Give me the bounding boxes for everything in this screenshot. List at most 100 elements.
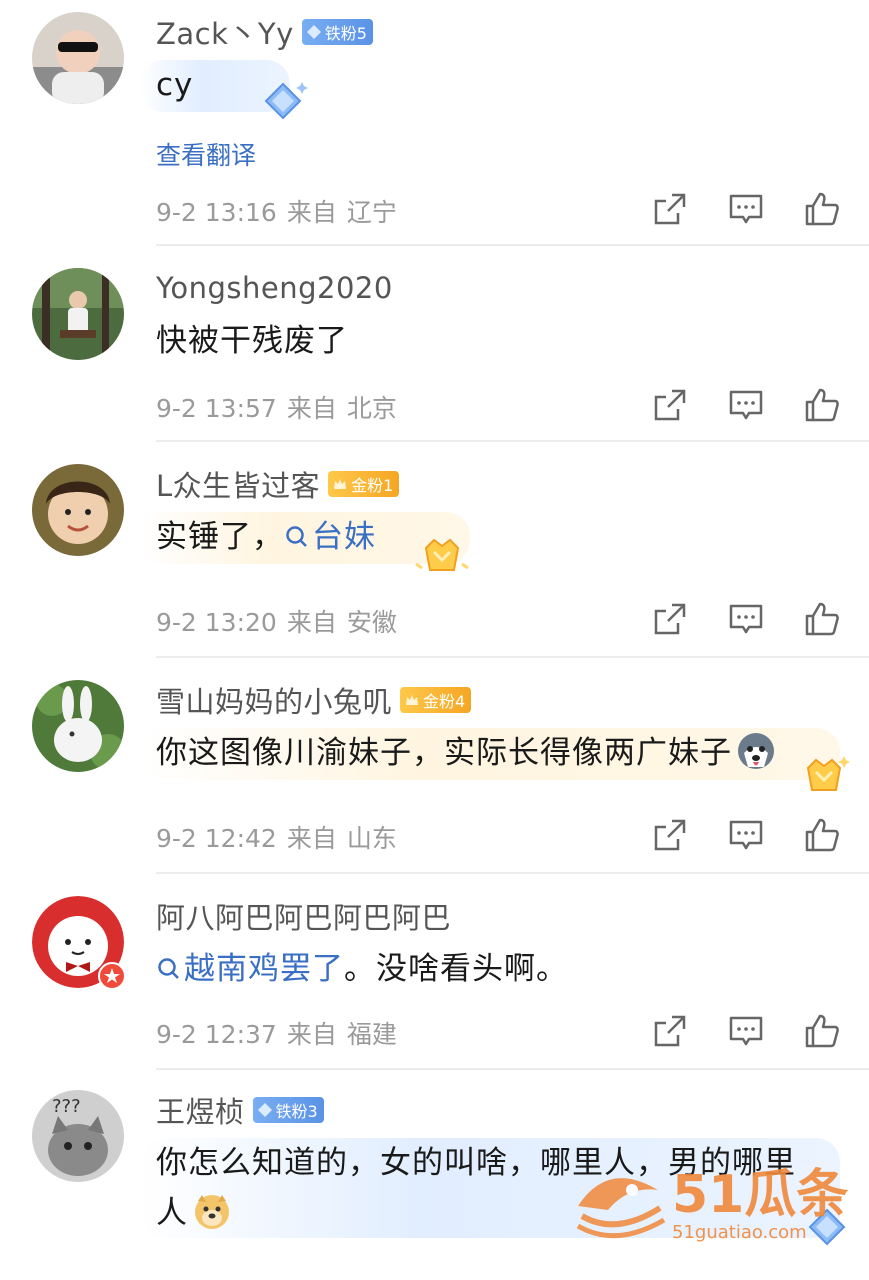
username[interactable]: Zack丶Yy <box>156 11 294 53</box>
comment-text-body: 。没啥看头啊。 <box>344 951 568 987</box>
fan-badge[interactable]: 铁粉3 <box>252 1097 324 1123</box>
verified-badge-icon <box>98 962 126 990</box>
crown-decoration-icon <box>806 756 850 791</box>
share-button[interactable] <box>650 599 690 639</box>
share-button[interactable] <box>650 1011 690 1051</box>
badge-label: 金粉4 <box>423 692 466 711</box>
comment-meta: 9-2 13:57 来自 北京 <box>156 389 407 425</box>
avatar[interactable] <box>32 464 124 556</box>
username[interactable]: 雪山妈妈的小兔叽 <box>156 679 392 721</box>
comment-text-body: 你这图像川渝妹子，实际长得像两广妹子 <box>156 735 732 771</box>
share-icon <box>654 819 686 851</box>
from-label: 来自 <box>286 608 337 637</box>
crown-decoration-icon <box>415 538 469 571</box>
thumbs-up-icon <box>805 388 839 422</box>
name-row: Yongsheng2020 <box>156 268 393 308</box>
comment-item: Yongsheng2020 快被干残废了 9-2 13:57 来自 北京 <box>0 246 869 442</box>
fan-badge[interactable]: 金粉1 <box>328 471 400 497</box>
username[interactable]: L众生皆过客 <box>156 463 320 505</box>
husky-emoji-icon <box>738 733 774 769</box>
username[interactable]: Yongsheng2020 <box>156 271 393 305</box>
comment-meta: 9-2 13:16 来自 辽宁 <box>156 193 407 229</box>
comment-bubble[interactable]: 越南鸡罢了。没啥看头啊。 <box>140 944 845 996</box>
avatar[interactable] <box>32 680 124 772</box>
avatar[interactable] <box>32 12 124 104</box>
comment-bubble[interactable]: 实锤了， 台妹 <box>140 512 845 571</box>
topic-label: 台妹 <box>312 519 376 555</box>
topic-link[interactable]: 越南鸡罢了 <box>156 951 344 987</box>
like-button[interactable] <box>802 1011 842 1051</box>
comment-item: Zack丶Yy 铁粉5 cy 查看翻译 9-2 13:16 来自 辽宁 <box>0 0 869 246</box>
comment-meta: 9-2 13:20 来自 安徽 <box>156 603 407 639</box>
like-button[interactable] <box>802 599 842 639</box>
comment-location: 辽宁 <box>346 198 397 227</box>
comment-meta: 9-2 12:37 来自 福建 <box>156 1015 407 1051</box>
from-label: 来自 <box>286 198 337 227</box>
doge-emoji-icon <box>195 1195 229 1229</box>
username[interactable]: 阿八阿巴阿巴阿巴阿巴 <box>156 895 451 937</box>
comment-location: 北京 <box>346 394 397 423</box>
like-button[interactable] <box>802 385 842 425</box>
comment-bubble[interactable]: 快被干残废了 <box>140 316 845 368</box>
watermark-brand: 51瓜条 <box>672 1165 848 1225</box>
svg-text:???: ??? <box>52 1096 81 1117</box>
comment-time: 9-2 12:37 <box>156 1020 277 1049</box>
username[interactable]: 王煜桢 <box>156 1089 245 1131</box>
share-icon <box>654 389 686 421</box>
crown-icon <box>334 479 347 489</box>
fan-badge[interactable]: 金粉4 <box>400 687 472 713</box>
share-button[interactable] <box>650 189 690 229</box>
badge-label: 铁粉3 <box>275 1102 318 1121</box>
from-label: 来自 <box>286 824 337 853</box>
comment-time: 9-2 12:42 <box>156 824 277 853</box>
translate-link[interactable]: 查看翻译 <box>156 136 256 172</box>
badge-label: 金粉1 <box>351 476 394 495</box>
comment-text: 你这图像川渝妹子，实际长得像两广妹子 <box>140 728 845 778</box>
reply-button[interactable] <box>726 385 766 425</box>
comment-time: 9-2 13:57 <box>156 394 277 423</box>
share-icon <box>654 1015 686 1047</box>
comment-icon <box>729 604 763 634</box>
comment-item: 阿八阿巴阿巴阿巴阿巴 越南鸡罢了。没啥看头啊。 9-2 12:37 来自 福建 <box>0 874 869 1070</box>
thumbs-up-icon <box>805 192 839 226</box>
comment-bubble[interactable]: 你这图像川渝妹子，实际长得像两广妹子 <box>140 728 850 791</box>
avatar[interactable]: ??? <box>32 1090 124 1182</box>
watermark-url: 51guatiao.com <box>672 1222 807 1243</box>
comment-bubble[interactable]: cy <box>140 60 845 120</box>
comment-item: L众生皆过客 金粉1 实锤了， 台妹 9-2 13:20 来自 安徽 <box>0 442 869 658</box>
avatar[interactable] <box>32 268 124 360</box>
thumbs-up-icon <box>805 1014 839 1048</box>
comment-icon <box>729 820 763 850</box>
like-button[interactable] <box>802 189 842 229</box>
comment-location: 安徽 <box>346 608 397 637</box>
avatar[interactable] <box>32 896 126 990</box>
name-row: Zack丶Yy 铁粉5 <box>156 12 373 52</box>
share-icon <box>654 603 686 635</box>
fan-badge[interactable]: 铁粉5 <box>301 19 373 45</box>
name-row: L众生皆过客 金粉1 <box>156 463 400 505</box>
reply-button[interactable] <box>726 1011 766 1051</box>
comment-text: 快被干残废了 <box>156 323 348 359</box>
comment-text: 实锤了， 台妹 <box>140 512 845 562</box>
share-button[interactable] <box>650 385 690 425</box>
search-icon <box>158 958 179 979</box>
reply-button[interactable] <box>726 189 766 229</box>
topic-link[interactable]: 台妹 <box>284 519 376 555</box>
share-button[interactable] <box>650 815 690 855</box>
comment-actions <box>650 1011 869 1051</box>
comment-location: 福建 <box>346 1020 397 1049</box>
share-icon <box>654 193 686 225</box>
diamond-icon <box>306 25 321 39</box>
like-button[interactable] <box>802 815 842 855</box>
from-label: 来自 <box>286 1020 337 1049</box>
reply-button[interactable] <box>726 599 766 639</box>
comment-actions <box>650 599 869 639</box>
comment-actions <box>650 815 869 855</box>
topic-label: 越南鸡罢了 <box>184 951 344 987</box>
comment-location: 山东 <box>346 824 397 853</box>
badge-label: 铁粉5 <box>324 24 367 43</box>
search-icon <box>286 526 307 547</box>
comment-time: 9-2 13:16 <box>156 198 277 227</box>
reply-button[interactable] <box>726 815 766 855</box>
thumbs-up-icon <box>805 818 839 852</box>
